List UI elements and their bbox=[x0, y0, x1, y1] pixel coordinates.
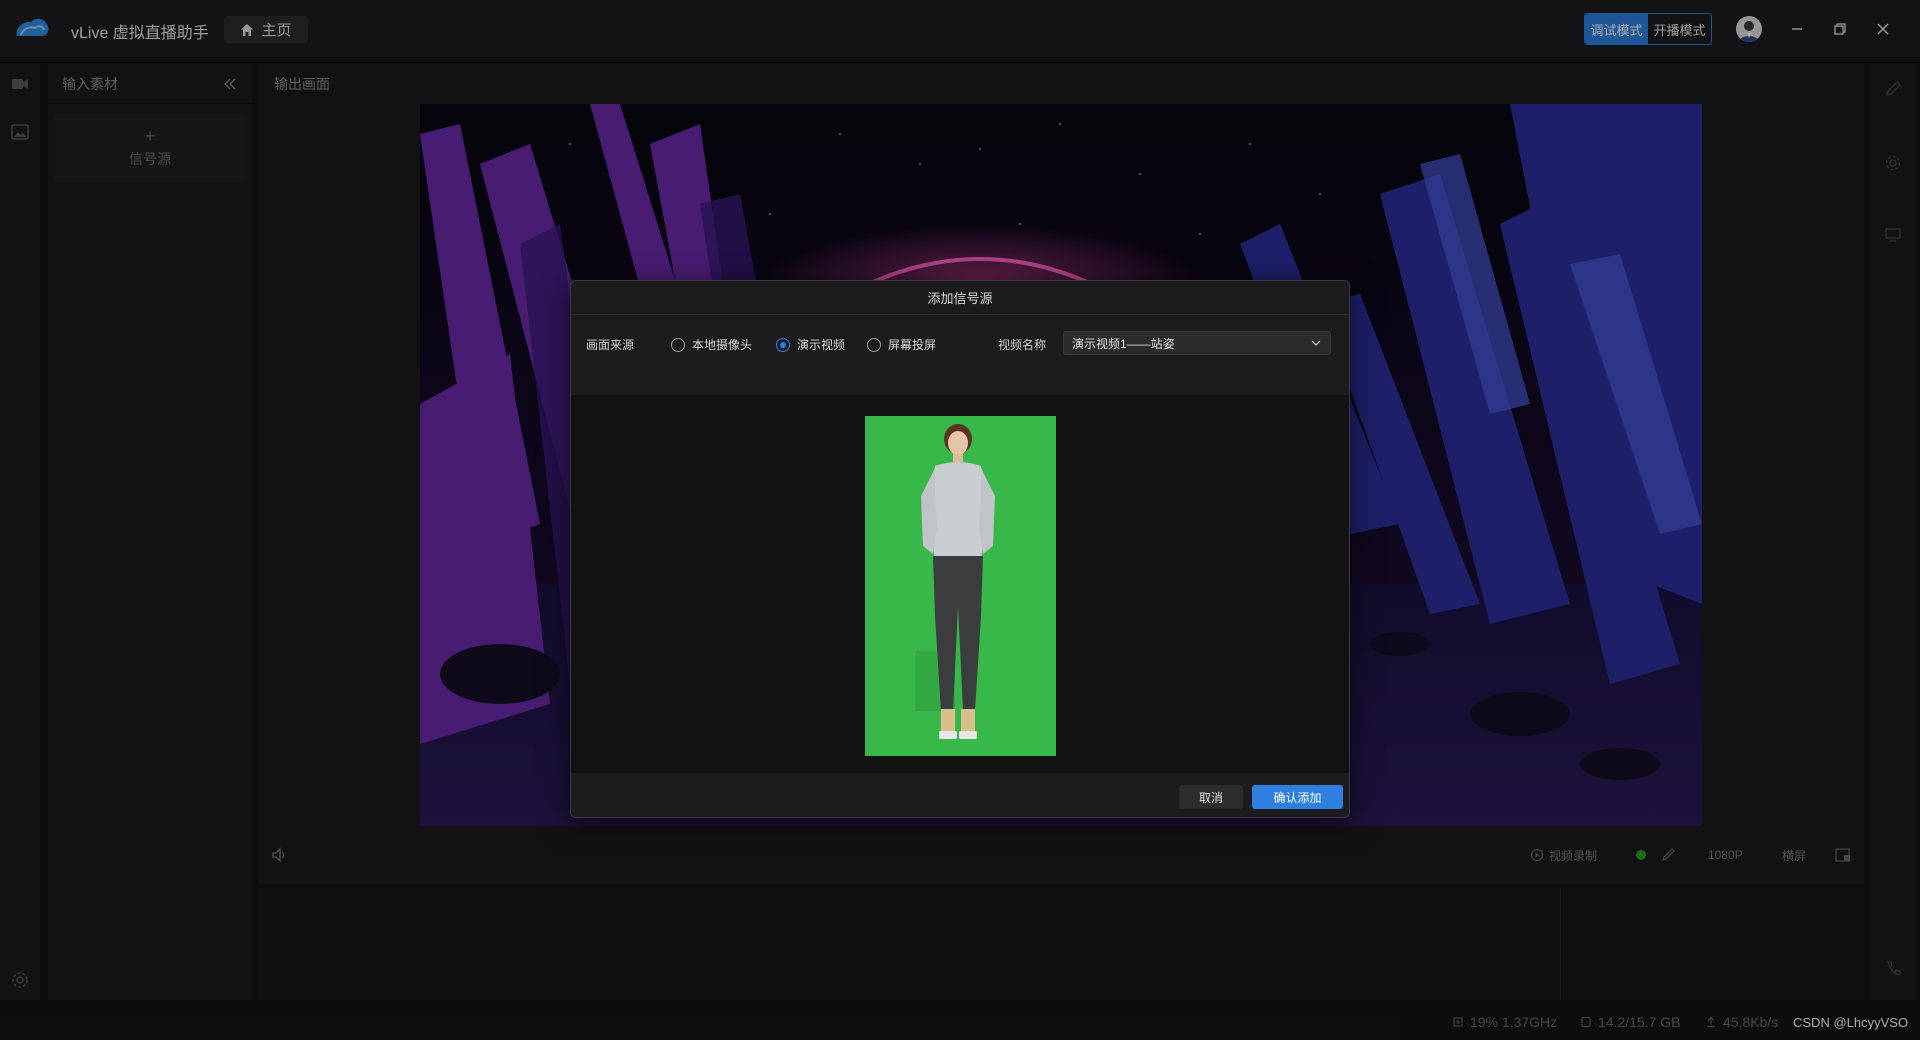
radio-label: 屏幕投屏 bbox=[888, 338, 937, 352]
watermark-text: CSDN @LhcyyVSO bbox=[1793, 1014, 1909, 1030]
radio-local-camera[interactable]: 本地摄像头 bbox=[671, 336, 752, 353]
input-panel-title: 输入素材 bbox=[62, 75, 118, 92]
title-bar: vLive 虚拟直播助手 主页 调试模式 开播模式 bbox=[0, 0, 1920, 58]
video-name-select[interactable]: 演示视频1——站姿 bbox=[1063, 331, 1331, 355]
radio-label: 演示视频 bbox=[797, 338, 846, 352]
radio-unchecked-icon bbox=[867, 337, 881, 352]
source-label: 画面来源 bbox=[586, 338, 635, 352]
home-tab[interactable]: 主页 bbox=[224, 16, 308, 43]
image-icon[interactable] bbox=[10, 122, 30, 142]
left-rail bbox=[0, 64, 40, 1000]
volume-icon[interactable] bbox=[270, 846, 288, 864]
memory-usage: 14.2/15.7 GB bbox=[1580, 1004, 1681, 1040]
output-panel-title: 输出画面 bbox=[274, 76, 330, 92]
record-label: 视频录制 bbox=[1549, 848, 1598, 863]
video-name-value: 演示视频1——站姿 bbox=[1072, 336, 1175, 351]
memory-value: 14.2/15.7 GB bbox=[1598, 1014, 1681, 1030]
memory-icon bbox=[1581, 1016, 1591, 1028]
upload-value: 45.8Kb/s bbox=[1723, 1014, 1779, 1030]
radio-checked-icon bbox=[776, 337, 790, 352]
monitor-icon[interactable] bbox=[1884, 226, 1902, 244]
radio-label: 本地摄像头 bbox=[692, 338, 753, 352]
dialog-title: 添加信号源 bbox=[571, 281, 1349, 315]
cpu-value: 19% 1.37GHz bbox=[1470, 1014, 1558, 1030]
orientation-button[interactable]: 横屏 bbox=[1782, 836, 1806, 874]
cpu-icon bbox=[1453, 1017, 1463, 1027]
dialog-footer: 取消 确认添加 bbox=[571, 773, 1349, 817]
radio-screen-cast[interactable]: 屏幕投屏 bbox=[867, 336, 936, 353]
input-materials-panel: 输入素材 + 信号源 bbox=[48, 64, 252, 1000]
dialog-form: 画面来源 本地摄像头 演示视频 屏幕投屏 视频名称 演示视频1——站姿 bbox=[571, 315, 1349, 375]
debug-mode-button[interactable]: 调试模式 bbox=[1585, 14, 1648, 44]
live-mode-button[interactable]: 开播模式 bbox=[1648, 14, 1711, 44]
camera-icon[interactable] bbox=[10, 74, 30, 94]
video-record-button[interactable]: 视频录制 bbox=[1530, 836, 1597, 874]
collapse-left-icon[interactable] bbox=[222, 76, 238, 92]
add-source-label: 信号源 bbox=[129, 151, 171, 167]
app-title: vLive 虚拟直播助手 bbox=[71, 25, 209, 42]
home-tab-label: 主页 bbox=[261, 22, 292, 39]
app-logo-icon bbox=[16, 18, 49, 36]
cpu-usage: 19% 1.37GHz bbox=[1452, 1004, 1557, 1040]
green-screen-video-thumbnail bbox=[865, 416, 1056, 756]
video-name-label: 视频名称 bbox=[998, 338, 1047, 352]
radio-demo-video[interactable]: 演示视频 bbox=[776, 336, 845, 353]
add-signal-source-button[interactable]: + 信号源 bbox=[54, 114, 246, 182]
gear-icon[interactable] bbox=[1884, 154, 1902, 172]
mode-switch: 调试模式 开播模式 bbox=[1584, 13, 1712, 45]
brush-icon[interactable] bbox=[1660, 847, 1676, 863]
minimize-icon[interactable] bbox=[1786, 18, 1808, 40]
record-icon bbox=[1530, 848, 1544, 862]
add-signal-source-dialog: 添加信号源 画面来源 本地摄像头 演示视频 屏幕投屏 视频名称 演示视频1——站… bbox=[570, 280, 1350, 818]
status-bar: 19% 1.37GHz 14.2/15.7 GB 45.8Kb/s CSDN @… bbox=[0, 1004, 1920, 1040]
layout-icon[interactable] bbox=[1834, 846, 1852, 864]
restore-icon[interactable] bbox=[1829, 18, 1851, 40]
radio-unchecked-icon bbox=[671, 337, 685, 352]
close-icon[interactable] bbox=[1872, 18, 1894, 40]
video-preview-area bbox=[571, 395, 1349, 773]
user-avatar[interactable] bbox=[1736, 16, 1762, 42]
lower-panel-divider bbox=[1560, 888, 1561, 1000]
confirm-add-button[interactable]: 确认添加 bbox=[1252, 785, 1343, 809]
resolution-button[interactable]: 1080P bbox=[1708, 836, 1743, 874]
phone-icon[interactable] bbox=[1884, 960, 1902, 978]
cancel-button[interactable]: 取消 bbox=[1179, 785, 1243, 809]
upload-speed: 45.8Kb/s bbox=[1705, 1004, 1778, 1040]
status-dot-icon bbox=[1636, 850, 1646, 860]
chevron-down-icon bbox=[1311, 340, 1321, 346]
home-icon bbox=[241, 23, 254, 36]
right-rail bbox=[1870, 64, 1916, 1000]
lower-panel bbox=[258, 888, 1864, 1000]
output-control-bar: 视频录制 1080P 横屏 bbox=[258, 836, 1864, 874]
input-panel-header: 输入素材 bbox=[48, 64, 252, 104]
pen-icon[interactable] bbox=[1884, 80, 1902, 98]
settings-icon[interactable] bbox=[10, 970, 30, 990]
live-status bbox=[1636, 836, 1646, 874]
plus-icon: + bbox=[144, 126, 156, 146]
upload-icon bbox=[1707, 1016, 1715, 1028]
